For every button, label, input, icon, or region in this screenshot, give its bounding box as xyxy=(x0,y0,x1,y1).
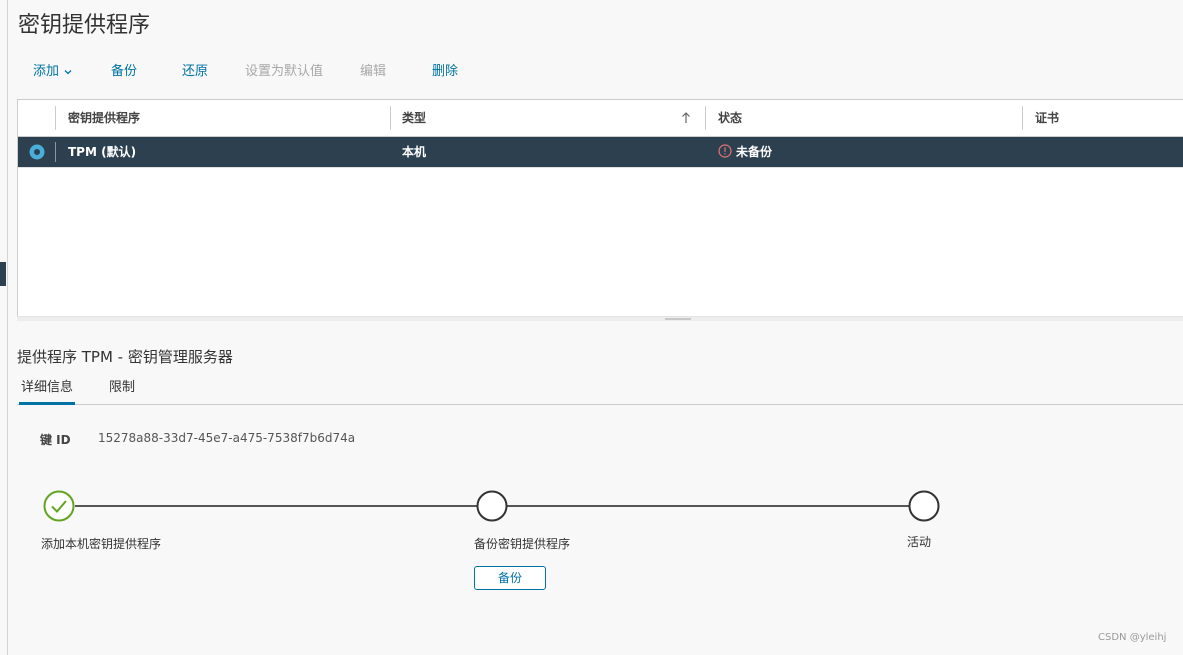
step-label-active: 活动 xyxy=(907,535,932,549)
chevron-down-icon xyxy=(64,69,72,74)
check-circle-icon xyxy=(43,490,75,522)
edit-button[interactable]: 编辑 xyxy=(360,60,386,79)
details-tabs: 详细信息 限制 xyxy=(17,378,1183,405)
key-id-label: 键 ID xyxy=(40,433,71,447)
grid-header: 密钥提供程序 类型 状态 证书 xyxy=(18,100,1183,137)
splitter-handle[interactable] xyxy=(665,318,691,320)
cell-status-text: 未备份 xyxy=(736,145,773,159)
watermark: CSDN @yleihj xyxy=(1098,632,1167,643)
backup-toolbar-button[interactable]: 备份 xyxy=(111,60,137,79)
key-id-value: 15278a88-33d7-45e7-a475-7538f7b6d74a xyxy=(98,431,356,445)
page-title: 密钥提供程序 xyxy=(18,13,151,38)
cell-type: 本机 xyxy=(402,145,427,159)
setup-progress: 添加本机密钥提供程序 备份密钥提供程序 活动 xyxy=(0,480,1183,620)
table-row[interactable]: TPM (默认) 本机 未备份 xyxy=(18,137,1183,168)
arrow-up-icon[interactable] xyxy=(681,111,691,125)
step-label-backup-provider: 备份密钥提供程序 xyxy=(474,537,571,551)
cell-provider: TPM (默认) xyxy=(68,145,137,159)
column-divider[interactable] xyxy=(705,106,706,130)
delete-button[interactable]: 删除 xyxy=(432,60,458,79)
tab-details[interactable]: 详细信息 xyxy=(19,378,76,405)
column-divider[interactable] xyxy=(390,106,391,130)
left-panel-marker[interactable] xyxy=(0,262,6,286)
row-divider xyxy=(55,142,56,162)
backup-button[interactable]: 备份 xyxy=(474,566,546,590)
set-default-button[interactable]: 设置为默认值 xyxy=(245,60,323,79)
pane-splitter[interactable] xyxy=(17,316,1183,321)
circle-icon xyxy=(908,490,940,522)
column-header-provider[interactable]: 密钥提供程序 xyxy=(68,100,140,136)
step-label-add-provider: 添加本机密钥提供程序 xyxy=(41,537,162,551)
details-title: 提供程序 TPM - 密钥管理服务器 xyxy=(17,348,233,366)
tab-restrictions[interactable]: 限制 xyxy=(107,378,137,402)
circle-icon xyxy=(476,490,508,522)
column-divider[interactable] xyxy=(55,106,56,130)
add-button[interactable]: 添加 xyxy=(33,60,73,79)
column-divider[interactable] xyxy=(1022,106,1023,130)
column-header-type[interactable]: 类型 xyxy=(402,100,426,136)
column-header-certificate[interactable]: 证书 xyxy=(1035,100,1059,136)
cell-status: 未备份 xyxy=(718,137,772,167)
column-header-status[interactable]: 状态 xyxy=(718,100,742,136)
radio-icon[interactable] xyxy=(29,144,45,160)
add-button-label: 添加 xyxy=(33,64,60,79)
restore-button[interactable]: 还原 xyxy=(182,60,208,79)
key-provider-grid: 密钥提供程序 类型 状态 证书 TPM (默认) 本机 未备份 xyxy=(17,99,1183,317)
progress-connector xyxy=(507,505,909,507)
exclamation-circle-icon xyxy=(718,144,732,158)
progress-connector xyxy=(75,505,477,507)
